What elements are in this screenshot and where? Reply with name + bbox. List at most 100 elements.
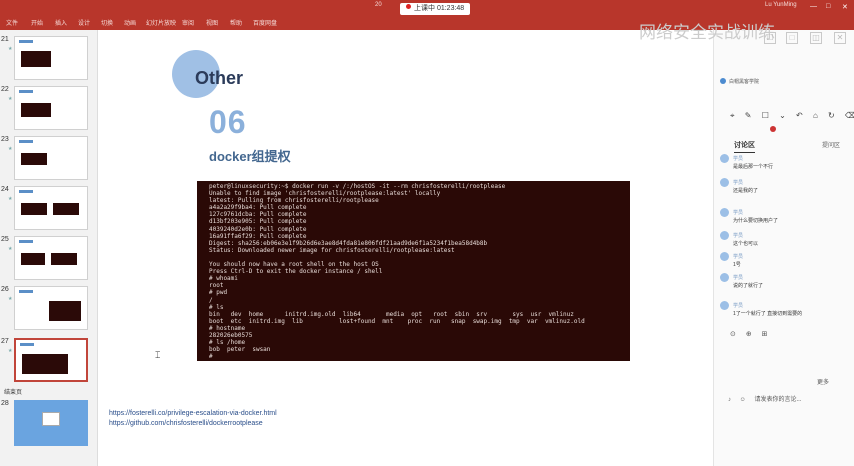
close-panel-icon[interactable]: ✕ xyxy=(834,32,846,44)
thumbnail-image xyxy=(14,136,88,180)
undo-icon[interactable]: ↶ xyxy=(796,111,803,120)
pen-icon[interactable]: ✎ xyxy=(745,111,752,120)
restore-icon[interactable]: ☐ xyxy=(764,32,776,44)
terminal-line: / xyxy=(209,296,213,304)
pointer-icon[interactable]: ⌖ xyxy=(730,111,735,120)
tab-home[interactable]: 开始 xyxy=(31,18,43,27)
terminal-line: # hostname xyxy=(209,324,246,332)
reference-link-1[interactable]: https://fosterelli.co/privilege-escalati… xyxy=(109,410,277,417)
slide-subtitle: docker组提权 xyxy=(209,149,291,164)
close-icon[interactable]: ✕ xyxy=(842,3,848,11)
animation-star-icon: ★ xyxy=(8,46,13,52)
redo-icon[interactable]: ↻ xyxy=(828,111,835,120)
eraser-icon[interactable]: ⌂ xyxy=(813,111,818,120)
tab-review[interactable]: 审阅 xyxy=(182,18,194,27)
thumbnail-28[interactable] xyxy=(14,400,88,446)
tab-questions[interactable]: 提问区 xyxy=(822,140,840,149)
thumbnail-image xyxy=(14,36,88,80)
thumbnail-number: 26 xyxy=(1,286,9,293)
terminal-line: # ls /home xyxy=(209,339,246,347)
terminal-line: 4039240d2e0b: Pull complete xyxy=(209,225,307,233)
terminal-line: bob peter swsan xyxy=(209,346,271,354)
tab-insert[interactable]: 插入 xyxy=(55,18,67,27)
recording-indicator: 上课中 01:23:48 xyxy=(400,3,471,15)
terminal-screenshot: peter@linuxsecurity:~$ docker run -v /:/… xyxy=(197,181,630,361)
minimize-icon[interactable]: — xyxy=(810,3,817,10)
brand-name: 白帽黑客学院 xyxy=(729,79,760,85)
target-icon[interactable]: ⊙ xyxy=(730,331,736,338)
thumbnail-image xyxy=(14,186,88,230)
terminal-line: boot etc initrd.img lib lost+found mnt p… xyxy=(209,317,585,325)
slide-canvas: Other 06 docker组提权 peter@linuxsecurity:~… xyxy=(99,30,713,466)
thumbnail-number: 24 xyxy=(1,186,9,193)
brand: 白帽黑客学院 xyxy=(720,78,759,85)
thumbnail-image xyxy=(14,338,88,382)
tab-file[interactable]: 文件 xyxy=(6,18,18,27)
terminal-line: a4a2a29f9ba4: Pull complete xyxy=(209,204,307,212)
animation-star-icon: ★ xyxy=(8,348,13,354)
terminal-line: # ls xyxy=(209,303,224,311)
thumbnail-number: 23 xyxy=(1,136,9,143)
dropdown-icon[interactable]: ⌄ xyxy=(779,111,786,120)
animation-star-icon: ★ xyxy=(8,96,13,102)
avatar xyxy=(720,208,729,217)
maximize-icon[interactable]: □ xyxy=(826,3,830,10)
tab-discussion[interactable]: 讨论区 xyxy=(734,140,755,153)
slide-heading: Other xyxy=(195,68,244,88)
thumbnail-number: 21 xyxy=(1,36,9,43)
grid-icon[interactable]: ⊞ xyxy=(762,331,768,338)
mic-icon[interactable]: ♪ xyxy=(728,397,731,403)
avatar xyxy=(720,231,729,240)
clear-icon[interactable]: ⌫ xyxy=(845,111,854,120)
terminal-line: latest: Pulling from chrisfosterelli/roo… xyxy=(209,197,379,205)
rectangle-icon[interactable]: ☐ xyxy=(762,111,769,120)
terminal-line: Press Ctrl-D to exit the docker instance… xyxy=(209,268,383,276)
tab-animations[interactable]: 动画 xyxy=(124,18,136,27)
thumbnail-image xyxy=(42,412,60,426)
emoji-icon[interactable]: ☺ xyxy=(740,397,746,403)
tab-slideshow[interactable]: 幻灯片放映 xyxy=(146,18,176,27)
section-label[interactable]: 结束页 xyxy=(4,387,22,396)
pen-color-icon[interactable] xyxy=(770,126,776,132)
chat-input[interactable]: 请发表你的言论... xyxy=(754,397,801,403)
thumbnail-image xyxy=(14,86,88,130)
terminal-line: peter@linuxsecurity:~$ docker run -v /:/… xyxy=(209,183,506,190)
terminal-line: bin dev home initrd.img.old lib64 media … xyxy=(209,310,574,318)
window-title: 20 xyxy=(375,2,382,8)
terminal-line: 127c9761dcba: Pull complete xyxy=(209,211,307,219)
terminal-line: # xyxy=(209,353,213,361)
more-button[interactable]: 更多 xyxy=(817,377,829,386)
tab-baidu[interactable]: 百度网盘 xyxy=(253,18,277,27)
thumbnail-number: 27 xyxy=(1,338,9,345)
thumbnail-number: 25 xyxy=(1,236,9,243)
avatar xyxy=(720,273,729,282)
terminal-line: root xyxy=(209,282,224,290)
thumbnail-number: 22 xyxy=(1,86,9,93)
animation-star-icon: ★ xyxy=(8,196,13,202)
tab-view[interactable]: 视图 xyxy=(206,18,218,27)
animation-star-icon: ★ xyxy=(8,246,13,252)
thumbnail-image xyxy=(14,236,88,280)
animation-star-icon: ★ xyxy=(8,296,13,302)
window-icon[interactable]: □ xyxy=(786,32,798,44)
split-icon[interactable]: ◫ xyxy=(810,32,822,44)
annotation-toolbar: ⌖ ✎ ☐ ⌄ ↶ ⌂ ↻ ⌫ xyxy=(730,111,854,121)
tab-help[interactable]: 帮助 xyxy=(230,18,242,27)
reference-link-2[interactable]: https://github.com/chrisfosterelli/docke… xyxy=(109,420,263,427)
avatar xyxy=(720,154,729,163)
watermark: 网络安全实战训练 xyxy=(639,23,775,42)
add-icon[interactable]: ⊕ xyxy=(746,331,752,338)
tab-transitions[interactable]: 切换 xyxy=(101,18,113,27)
terminal-line: d13bf203e905: Pull complete xyxy=(209,218,307,226)
thumbnail-panel: 21 ★ 22 ★ 23 ★ 24 ★ 25 ★ 26 ★ 27 ★ 结束页 2… xyxy=(0,30,98,466)
terminal-line: # whoami xyxy=(209,275,238,283)
user-name[interactable]: Lu YunMing xyxy=(765,2,797,8)
terminal-line: Unable to find image 'chrisfosterelli/ro… xyxy=(209,190,441,198)
tab-design[interactable]: 设计 xyxy=(78,18,90,27)
animation-star-icon: ★ xyxy=(8,146,13,152)
record-dot-icon xyxy=(406,4,411,9)
terminal-line: 16a91ffa6f29: Pull complete xyxy=(209,232,307,240)
brand-logo-icon xyxy=(720,78,726,84)
terminal-line: You should now have a root shell on the … xyxy=(209,261,379,269)
